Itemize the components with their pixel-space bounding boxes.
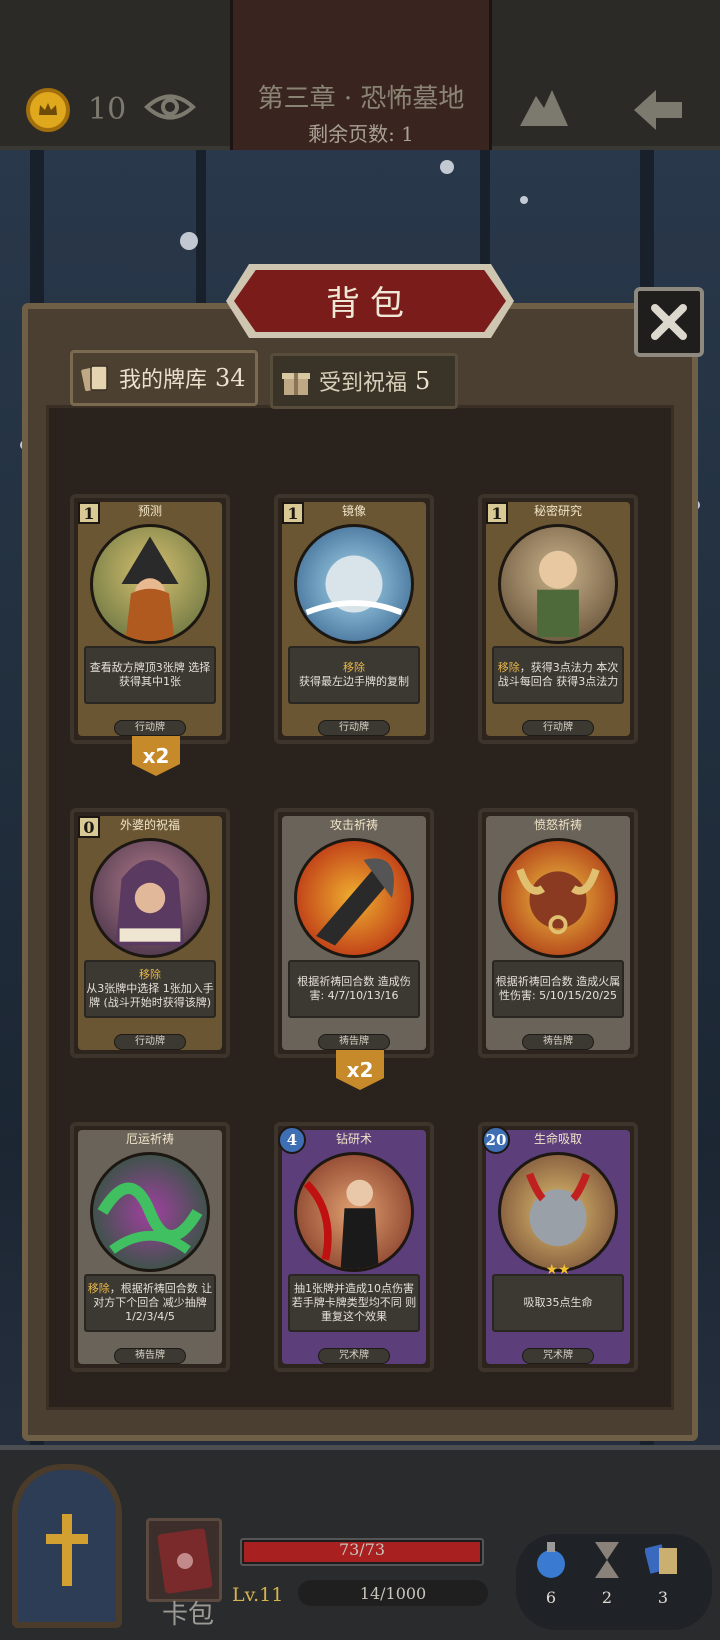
card-pack-button[interactable] (146, 1518, 222, 1602)
grandma-art-icon (90, 838, 210, 958)
scholar-art-icon (498, 524, 618, 644)
bull-art-icon (498, 838, 618, 958)
card-pack-label: 卡包 (161, 1600, 214, 1630)
snowflake (180, 232, 198, 250)
potion-icon (537, 1542, 565, 1578)
gift-icon (282, 373, 310, 395)
player-level: Lv.11 (232, 1584, 284, 1606)
tab-blessings-label: 受到祝福 (319, 371, 408, 396)
card-description: 移除 从3张牌中选择 1张加入手牌 (战斗开始时获得该牌) (84, 960, 216, 1018)
card-description: 根据祈祷回合数 造成伤害: 4/7/10/13/16 (288, 960, 420, 1018)
card-wrath-prayer[interactable]: 愤怒祈祷 根据祈祷回合数 造成火属性伤害: 5/10/15/20/25 祷告牌 (478, 808, 638, 1058)
card-name: 秘密研究 (533, 504, 582, 518)
card-stack-icon (644, 1544, 677, 1574)
snowflake (520, 196, 528, 204)
card-name: 厄运祈祷 (125, 1132, 174, 1146)
card-name: 钻研术 (335, 1132, 372, 1146)
card-description: 抽1张牌并造成10点伤害 若手牌卡牌类型均不同 则重复这个效果 (288, 1274, 420, 1332)
cards-count: 3 (657, 1588, 669, 1607)
demon-art-icon (498, 1152, 618, 1272)
card-type: 咒术牌 (522, 1348, 594, 1364)
tab-my-deck[interactable]: 我的牌库 34 (70, 350, 258, 406)
card-type: 行动牌 (318, 720, 390, 736)
card-description: 移除，根据祈祷回合数 让对方下个回合 减少抽牌1/2/3/4/5 (84, 1274, 216, 1332)
tentacle-art-icon (90, 1152, 210, 1272)
card-type: 咒术牌 (318, 1348, 390, 1364)
crown-icon (39, 103, 57, 115)
crown-coin-icon (26, 88, 70, 132)
panel-title: 背包 (326, 284, 414, 324)
card-doom-prayer[interactable]: 厄运祈祷 移除，根据祈祷回合数 让对方下个回合 减少抽牌1/2/3/4/5 祷告… (70, 1122, 230, 1372)
card-study-spell[interactable]: 4 钻研术 抽1张牌并造成10点伤害 若手牌卡牌类型均不同 则重复这个效果 咒术… (274, 1122, 434, 1372)
chapter-title: 第三章 · 恐怖墓地 (257, 84, 465, 114)
card-description: 查看敌方牌顶3张牌 选择获得其中1张 (84, 646, 216, 704)
card-name: 外婆的祝福 (119, 818, 180, 832)
resource-cards[interactable]: 3 (638, 1540, 688, 1620)
crystal-ball-art-icon (294, 524, 414, 644)
tab-my-deck-label: 我的牌库 (119, 368, 208, 393)
card-name: 生命吸取 (533, 1132, 582, 1146)
card-type: 行动牌 (114, 1034, 186, 1050)
resource-potion[interactable]: 6 (526, 1540, 576, 1620)
mage-art-icon (294, 1152, 414, 1272)
card-type: 祷告牌 (318, 1034, 390, 1050)
back-arrow-icon[interactable] (630, 86, 686, 134)
card-forecast[interactable]: 1 预测 查看敌方牌顶3张牌 选择获得其中1张 行动牌 (70, 494, 230, 744)
card-mirror[interactable]: 1 镜像 移除 获得最左边手牌的复制 行动牌 (274, 494, 434, 744)
coin-count: 10 (88, 92, 127, 127)
snowflake (440, 160, 454, 174)
tab-my-deck-count: 34 (215, 364, 246, 392)
card-life-drain[interactable]: 20 生命吸取 ★★ 吸取35点生命 咒术牌 (478, 1122, 638, 1372)
card-description: 吸取35点生命 (492, 1274, 624, 1332)
card-type: 行动牌 (522, 720, 594, 736)
hourglass-icon (595, 1542, 619, 1578)
card-description: 移除，获得3点法力 本次战斗每回合 获得3点法力 (492, 646, 624, 704)
cards-icon (81, 365, 108, 392)
potion-count: 6 (545, 1588, 557, 1607)
portal-door[interactable] (12, 1464, 122, 1628)
health-text: 73/73 (338, 1540, 386, 1559)
book-icon (157, 1528, 213, 1594)
card-description: 移除 获得最左边手牌的复制 (288, 646, 420, 704)
card-type: 祷告牌 (114, 1348, 186, 1364)
tab-blessings[interactable]: 受到祝福 5 (270, 353, 458, 409)
card-type: 行动牌 (114, 720, 186, 736)
axe-art-icon (294, 838, 414, 958)
xp-text: 14/1000 (359, 1584, 427, 1603)
card-type: 祷告牌 (522, 1034, 594, 1050)
tree-trunk (196, 150, 206, 310)
card-attack-prayer[interactable]: 攻击祈祷 根据祈祷回合数 造成伤害: 4/7/10/13/16 祷告牌 (274, 808, 434, 1058)
close-button[interactable] (634, 287, 704, 357)
eye-icon[interactable] (144, 90, 196, 124)
resource-hourglass[interactable]: 2 (582, 1540, 632, 1620)
card-name: 愤怒祈祷 (533, 818, 582, 832)
witch-art-icon (90, 524, 210, 644)
card-name: 攻击祈祷 (329, 818, 378, 832)
map-mountain-icon[interactable] (518, 84, 570, 130)
close-icon (651, 304, 687, 340)
hourglass-count: 2 (601, 1588, 613, 1607)
card-name: 预测 (137, 504, 162, 518)
tab-blessings-count: 5 (415, 367, 431, 395)
card-description: 根据祈祷回合数 造成火属性伤害: 5/10/15/20/25 (492, 960, 624, 1018)
card-name: 镜像 (341, 504, 366, 518)
card-grandma-blessing[interactable]: 0 外婆的祝福 移除 从3张牌中选择 1张加入手牌 (战斗开始时获得该牌) 行动牌 (70, 808, 230, 1058)
card-secret-research[interactable]: 1 秘密研究 移除，获得3点法力 本次战斗每回合 获得3点法力 行动牌 (478, 494, 638, 744)
pages-remaining: 剩余页数: 1 (308, 122, 414, 146)
cross-icon (46, 1514, 88, 1586)
